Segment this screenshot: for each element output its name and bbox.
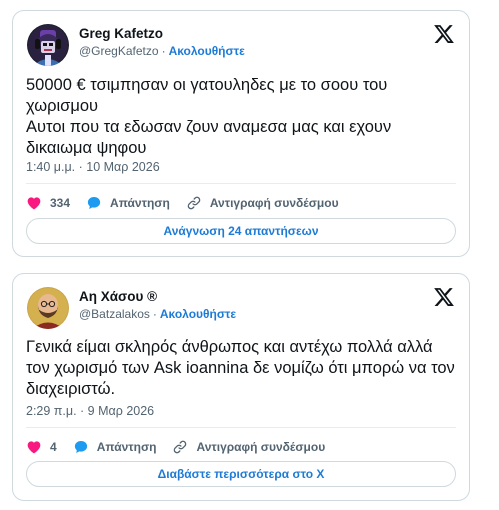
divider	[26, 183, 456, 184]
reply-bubble-icon	[87, 197, 101, 209]
link-icon	[187, 196, 201, 210]
like-button[interactable]: 4	[26, 439, 57, 455]
heart-icon	[27, 197, 41, 210]
separator-dot: ·	[152, 307, 157, 321]
tweet-text: Γενικά είμαι σκληρός άνθρωπος και αντέχω…	[26, 338, 455, 398]
author-handle[interactable]: @GregKafetzo	[79, 44, 159, 58]
copy-link-label: Αντιγραφή συνδέσμου	[209, 196, 339, 210]
tweet-text: 50000 € τσιμπησαν οι γατουληδες με το σο…	[26, 76, 392, 157]
x-logo-icon[interactable]	[433, 286, 455, 308]
read-more-on-x-button[interactable]: Διαβάστε περισσότερα στο X	[26, 461, 456, 487]
reply-button[interactable]: Απάντηση	[73, 439, 157, 455]
tweet-timestamp[interactable]: 1:40 μ.μ. · 10 Μαρ 2026	[26, 160, 160, 174]
author-name[interactable]: Greg Kafetzo	[79, 26, 163, 41]
tweet-card[interactable]: Greg Kafetzo @GregKafetzo · Ακολουθήστε 50…	[12, 10, 470, 257]
author-handle-row: @GregKafetzo · Ακολουθήστε	[79, 44, 245, 58]
like-count: 334	[50, 196, 71, 210]
copy-link-button[interactable]: Αντιγραφή συνδέσμου	[172, 439, 325, 455]
copy-link-button[interactable]: Αντιγραφή συνδέσμου	[186, 195, 339, 211]
read-replies-button[interactable]: Ανάγνωση 24 απαντήσεων	[26, 218, 456, 244]
follow-button[interactable]: Ακολουθήστε	[169, 44, 245, 58]
like-button[interactable]: 334	[26, 195, 70, 211]
tweet-card[interactable]: Αη Χάσου ® @Batzalakos · Ακολουθήστε Γενικ…	[12, 273, 470, 501]
bald-man-avatar-icon[interactable]	[27, 287, 69, 329]
author-handle-row: @Batzalakos · Ακολουθήστε	[79, 307, 236, 321]
follow-button[interactable]: Ακολουθήστε	[160, 307, 236, 321]
dj-avatar-icon[interactable]	[27, 24, 69, 66]
reply-label: Απάντηση	[110, 196, 170, 210]
link-icon	[174, 440, 187, 454]
tweet-timestamp[interactable]: 2:29 π.μ. · 9 Μαρ 2026	[26, 404, 154, 418]
separator-dot: ·	[161, 44, 166, 58]
reply-bubble-icon	[74, 441, 87, 453]
copy-link-label: Αντιγραφή συνδέσμου	[196, 440, 326, 454]
divider	[26, 427, 456, 428]
reply-label: Απάντηση	[96, 440, 157, 454]
author-handle[interactable]: @Batzalakos	[79, 307, 150, 321]
like-count: 4	[50, 440, 57, 454]
heart-icon	[27, 441, 41, 454]
action-bar: 4 Απάντηση Αντιγραφή συνδέσμου	[26, 436, 456, 458]
author-name[interactable]: Αη Χάσου ®	[79, 289, 157, 304]
x-logo-icon[interactable]	[433, 23, 455, 45]
action-bar: 334 Απάντηση Αντιγραφή συνδέσμου	[26, 192, 456, 214]
reply-button[interactable]: Απάντηση	[86, 195, 170, 211]
